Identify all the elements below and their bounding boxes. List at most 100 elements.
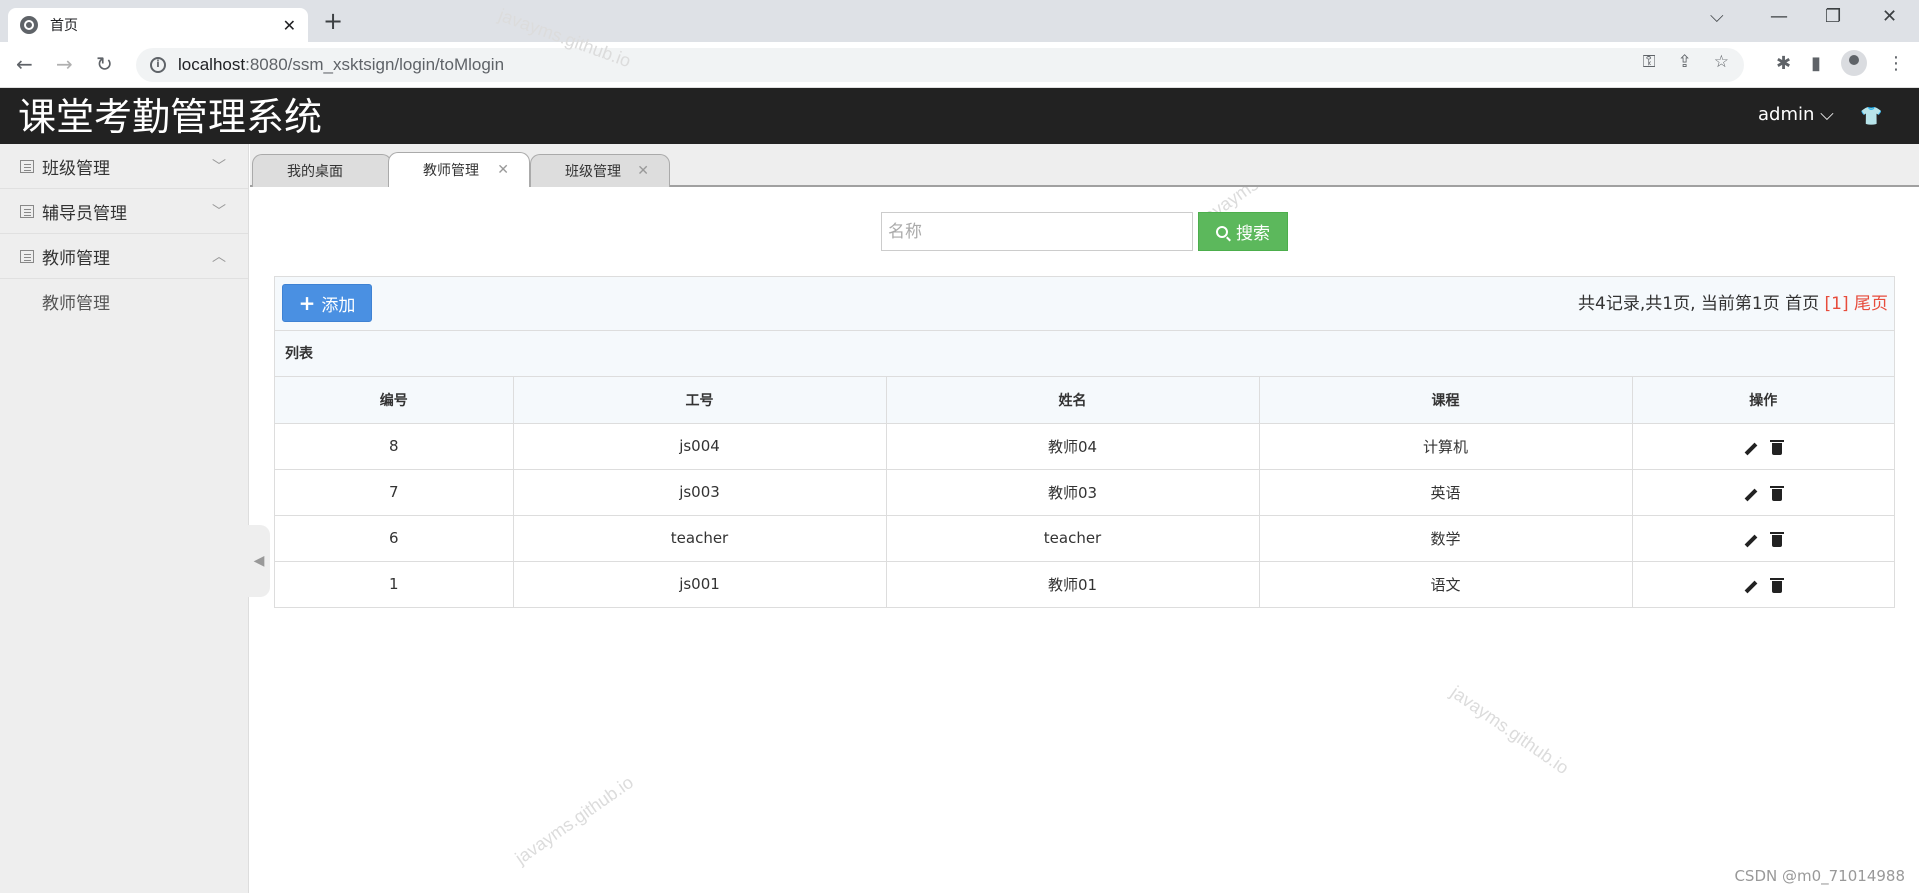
list-icon: [20, 204, 34, 218]
list-title: 列表: [275, 331, 1894, 377]
minimize-icon[interactable]: —: [1770, 6, 1788, 27]
sidebar-item-label: 教师管理: [42, 248, 110, 269]
table-header-row: 编号 工号 姓名 课程 操作: [275, 377, 1894, 424]
content-tabs: 我的桌面 教师管理 ✕ 班级管理 ✕: [250, 144, 1919, 187]
cell-id: 1: [275, 560, 514, 608]
trash-icon[interactable]: [1770, 578, 1785, 593]
credit-watermark: CSDN @m0_71014988: [1734, 867, 1905, 885]
add-button-label: 添加: [321, 295, 356, 316]
list-icon: [20, 249, 34, 263]
cell-actions: [1631, 560, 1894, 608]
sidebar-item-counselor[interactable]: 辅导员管理 ﹀: [0, 189, 248, 234]
collapse-sidebar-icon[interactable]: ◀: [248, 525, 270, 597]
close-tab-icon[interactable]: ✕: [637, 163, 649, 179]
chevron-up-icon: ︿: [212, 249, 226, 265]
side-panel-icon[interactable]: ▮: [1811, 53, 1821, 74]
search-input[interactable]: [881, 212, 1193, 251]
pager-text: 共4记录,共1页, 当前第1页 首页: [1578, 294, 1825, 314]
chevron-down-icon: ﹀: [212, 159, 226, 175]
tab-desktop[interactable]: 我的桌面: [252, 154, 392, 187]
edit-icon[interactable]: [1744, 580, 1758, 594]
browser-tab-bar: 首页 ✕ + ⌵ — ❐ ✕: [0, 0, 1919, 42]
column-header: 课程: [1258, 377, 1633, 424]
back-icon[interactable]: ←: [16, 52, 33, 76]
forward-icon[interactable]: →: [56, 52, 73, 76]
cell-job-number: js001: [512, 560, 887, 608]
cell-name: 教师01: [885, 560, 1260, 608]
cell-id: 8: [275, 422, 514, 470]
teacher-table: 编号 工号 姓名 课程 操作 8 js004 教师04 计算机 7 js003 …: [275, 377, 1894, 608]
theme-icon[interactable]: 👕: [1860, 106, 1882, 127]
globe-icon: [20, 16, 38, 34]
reload-icon[interactable]: ↻: [96, 52, 113, 76]
browser-toolbar: ← → ↻ i localhost:8080/ssm_xsktsign/logi…: [0, 42, 1919, 88]
search-button[interactable]: 搜索: [1198, 212, 1288, 251]
tab-teacher[interactable]: 教师管理 ✕: [388, 152, 530, 187]
profile-icon[interactable]: [1841, 50, 1867, 76]
trash-icon[interactable]: [1770, 486, 1785, 501]
cell-course: 语文: [1258, 560, 1633, 608]
info-icon[interactable]: i: [150, 57, 166, 73]
browser-tab-title: 首页: [50, 18, 78, 34]
cell-job-number: js003: [512, 468, 887, 516]
new-tab-button[interactable]: +: [323, 8, 343, 34]
share-icon[interactable]: ⇪: [1678, 52, 1692, 72]
cell-job-number: js004: [512, 422, 887, 470]
search-icon: [1216, 225, 1228, 238]
tab-class[interactable]: 班级管理 ✕: [530, 154, 670, 187]
cell-course: 英语: [1258, 468, 1633, 516]
url-text[interactable]: localhost:8080/ssm_xsktsign/login/toMlog…: [178, 55, 504, 75]
cell-id: 7: [275, 468, 514, 516]
cell-id: 6: [275, 514, 514, 562]
chevron-down-icon[interactable]: ⌵: [1710, 6, 1724, 27]
tab-label: 教师管理: [423, 163, 479, 179]
table-row: 8 js004 教师04 计算机: [275, 422, 1894, 470]
close-window-icon[interactable]: ✕: [1882, 6, 1897, 27]
sidebar-item-teacher[interactable]: 教师管理 ︿: [0, 234, 248, 279]
sidebar: 班级管理 ﹀ 辅导员管理 ﹀ 教师管理 ︿ 教师管理: [0, 144, 249, 893]
plus-icon: +: [298, 291, 316, 315]
address-bar[interactable]: i localhost:8080/ssm_xsktsign/login/toMl…: [136, 48, 1744, 82]
more-menu-icon[interactable]: ⋮: [1887, 53, 1905, 74]
chevron-down-icon: ﹀: [212, 204, 226, 220]
tab-label: 我的桌面: [287, 164, 343, 180]
sidebar-item-class[interactable]: 班级管理 ﹀: [0, 144, 248, 189]
key-icon[interactable]: ⚿: [1643, 52, 1656, 72]
chevron-down-icon: ⌵: [1820, 104, 1834, 125]
column-header: 编号: [275, 377, 514, 424]
add-button[interactable]: + 添加: [282, 284, 372, 322]
edit-icon[interactable]: [1744, 442, 1758, 456]
close-tab-icon[interactable]: ✕: [283, 16, 296, 35]
star-icon[interactable]: ☆: [1714, 52, 1729, 72]
cell-name: 教师03: [885, 468, 1260, 516]
table-row: 7 js003 教师03 英语: [275, 468, 1894, 516]
cell-actions: [1631, 514, 1894, 562]
teacher-panel: + 添加 共4记录,共1页, 当前第1页 首页 [1] 尾页 列表 编号 工号 …: [274, 276, 1895, 608]
trash-icon[interactable]: [1770, 532, 1785, 547]
pager-last-link[interactable]: 尾页: [1849, 294, 1888, 314]
edit-icon[interactable]: [1744, 534, 1758, 548]
cell-course: 计算机: [1258, 422, 1633, 470]
cell-name: teacher: [885, 514, 1260, 562]
tab-label: 班级管理: [565, 164, 621, 180]
table-row: 1 js001 教师01 语文: [275, 560, 1894, 608]
cell-course: 数学: [1258, 514, 1633, 562]
cell-name: 教师04: [885, 422, 1260, 470]
pager-current[interactable]: [1]: [1825, 294, 1849, 314]
trash-icon[interactable]: [1770, 440, 1785, 455]
cell-job-number: teacher: [512, 514, 887, 562]
submenu-item-teacher[interactable]: 教师管理: [0, 279, 248, 324]
edit-icon[interactable]: [1744, 488, 1758, 502]
restore-icon[interactable]: ❐: [1825, 6, 1841, 27]
app-title: 课堂考勤管理系统: [18, 95, 323, 139]
extensions-icon[interactable]: ✱: [1776, 53, 1791, 74]
user-menu[interactable]: admin ⌵: [1758, 104, 1834, 125]
column-header: 姓名: [885, 377, 1260, 424]
table-row: 6 teacher teacher 数学: [275, 514, 1894, 562]
panel-toolbar: + 添加 共4记录,共1页, 当前第1页 首页 [1] 尾页: [275, 277, 1894, 331]
browser-tab[interactable]: 首页 ✕: [8, 8, 308, 42]
sidebar-item-label: 班级管理: [42, 158, 110, 179]
cell-actions: [1631, 422, 1894, 470]
sidebar-item-label: 辅导员管理: [42, 203, 127, 224]
close-tab-icon[interactable]: ✕: [497, 162, 509, 178]
